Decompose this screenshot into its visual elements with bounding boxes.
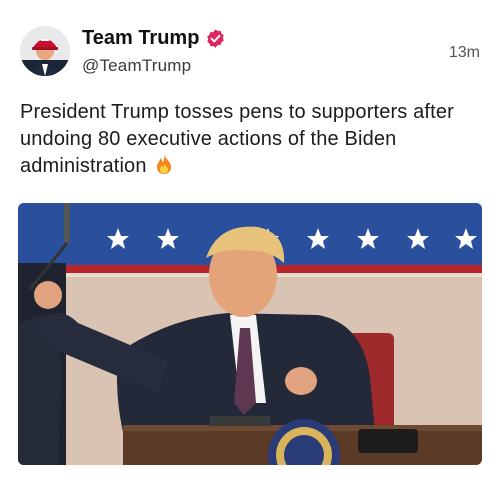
post-media[interactable] <box>18 203 482 465</box>
display-name[interactable]: Team Trump <box>82 27 199 50</box>
avatar[interactable] <box>20 26 70 76</box>
avatar-icon <box>20 26 70 76</box>
post-header: Team Trump @TeamTrump 13m <box>20 26 480 78</box>
author-block: Team Trump @TeamTrump <box>82 26 226 76</box>
post-timestamp[interactable]: 13m <box>449 44 480 62</box>
post-text: President Trump tosses pens to supporter… <box>20 101 454 177</box>
author-handle[interactable]: @TeamTrump <box>82 56 226 76</box>
fire-icon <box>154 153 174 175</box>
photo-icon <box>18 203 482 465</box>
verified-badge-icon <box>205 28 226 49</box>
post-body: President Trump tosses pens to supporter… <box>20 99 482 180</box>
